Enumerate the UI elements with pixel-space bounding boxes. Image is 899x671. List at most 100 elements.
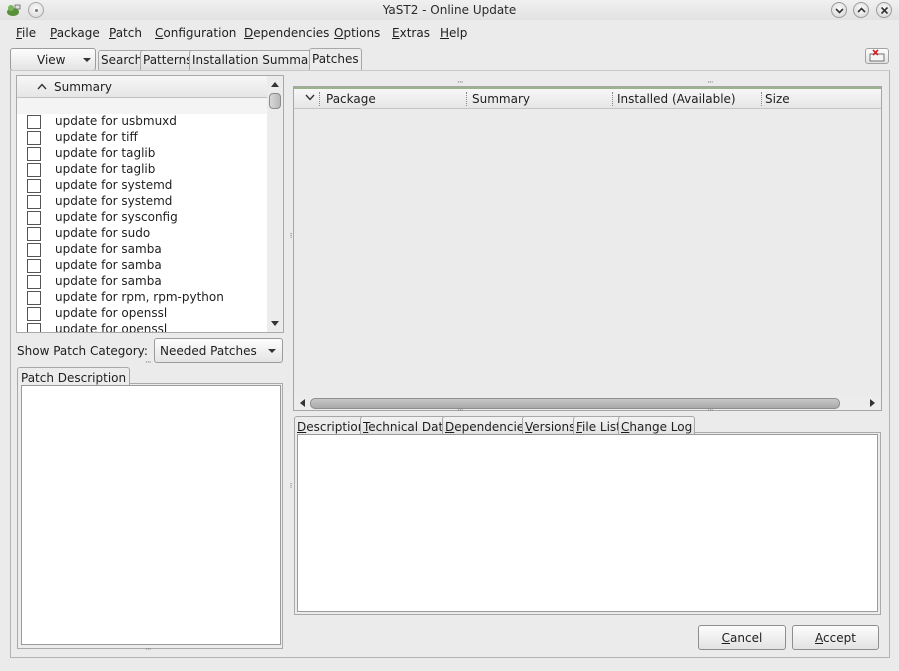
list-item[interactable]: update for samba: [17, 258, 267, 274]
view-label: View: [37, 53, 66, 67]
scroll-left-icon[interactable]: [300, 399, 305, 407]
patch-list-header[interactable]: Summary: [17, 76, 267, 98]
summary-column-header: Summary: [54, 80, 112, 94]
list-item[interactable]: update for samba: [17, 242, 267, 258]
column-separator[interactable]: [612, 92, 614, 106]
patch-list[interactable]: Summary update for usbmuxd update for ti…: [16, 75, 284, 333]
patch-checkbox[interactable]: [27, 211, 41, 225]
patch-checkbox[interactable]: [27, 179, 41, 193]
sort-ascending-icon: [37, 83, 47, 90]
scroll-thumb[interactable]: [269, 93, 281, 109]
list-item[interactable]: update for sudo: [17, 226, 267, 242]
close-button[interactable]: [876, 2, 892, 18]
patch-checkbox[interactable]: [27, 195, 41, 209]
window-title: YaST2 - Online Update: [382, 3, 517, 17]
cancel-button[interactable]: Cancel: [698, 625, 786, 650]
sort-descending-icon: [305, 94, 315, 101]
scroll-up-icon[interactable]: [271, 82, 279, 87]
list-item[interactable]: update for openssl: [17, 306, 267, 322]
accept-button[interactable]: Accept: [792, 625, 879, 650]
view-dropdown[interactable]: View: [10, 48, 96, 71]
patch-checkbox[interactable]: [27, 131, 41, 145]
size-column-header[interactable]: Size: [765, 92, 790, 106]
patch-checkbox[interactable]: [27, 147, 41, 161]
patch-checkbox[interactable]: [27, 163, 41, 177]
patch-category-value: Needed Patches: [160, 344, 257, 358]
list-item[interactable]: update for openssl: [17, 322, 267, 332]
patch-summary: update for sysconfig: [55, 210, 178, 224]
title-bar[interactable]: YaST2 - Online Update: [0, 0, 899, 20]
minimize-button[interactable]: [831, 2, 847, 18]
package-column-header[interactable]: Package: [326, 92, 376, 106]
tab-search[interactable]: Search: [98, 50, 146, 71]
tab-patches[interactable]: Patches: [309, 48, 362, 71]
package-table[interactable]: Package Summary Installed (Available) Si…: [293, 86, 882, 411]
menu-patch[interactable]: Patch: [109, 26, 142, 40]
patch-summary: update for taglib: [55, 162, 156, 176]
menu-dependencies[interactable]: Dependencies: [244, 26, 329, 40]
patch-summary: update for samba: [55, 274, 162, 288]
list-item[interactable]: update for taglib: [17, 146, 267, 162]
scroll-right-icon[interactable]: [870, 399, 875, 407]
column-separator[interactable]: [466, 92, 468, 106]
patch-checkbox[interactable]: [27, 259, 41, 273]
tab-installation-summary[interactable]: Installation Summary: [189, 50, 324, 71]
menu-configuration[interactable]: Configuration: [155, 26, 236, 40]
scroll-thumb[interactable]: [310, 398, 840, 409]
menu-bar: File Package Patch Configuration Depende…: [0, 22, 899, 44]
installed-column-header[interactable]: Installed (Available): [617, 92, 736, 106]
scroll-down-icon[interactable]: [271, 321, 279, 326]
menu-package[interactable]: Package: [50, 26, 100, 40]
summary-column-header[interactable]: Summary: [472, 92, 530, 106]
patch-summary: update for openssl: [55, 306, 168, 320]
menu-extras[interactable]: Extras: [392, 26, 430, 40]
tab-patterns[interactable]: Patterns: [140, 50, 196, 71]
list-item[interactable]: update for systemd: [17, 178, 267, 194]
patch-checkbox[interactable]: [27, 323, 41, 332]
patch-description-view[interactable]: [21, 385, 281, 645]
splitter-handle[interactable]: ···: [707, 78, 714, 88]
patch-checkbox[interactable]: [27, 227, 41, 241]
list-item[interactable]: update for taglib: [17, 162, 267, 178]
maximize-button[interactable]: [853, 2, 869, 18]
menu-options[interactable]: Options: [334, 26, 380, 40]
package-table-header: Package Summary Installed (Available) Si…: [294, 87, 881, 109]
splitter-handle[interactable]: ···: [285, 482, 295, 488]
patch-list-scrollbar[interactable]: [267, 76, 283, 332]
list-item[interactable]: update for rpm, rpm-python: [17, 290, 267, 306]
package-table-body[interactable]: [294, 109, 881, 394]
close-icon: [880, 6, 889, 15]
patch-checkbox[interactable]: [27, 243, 41, 257]
patch-category-select[interactable]: Needed Patches: [154, 338, 283, 363]
menu-help[interactable]: Help: [440, 26, 467, 40]
list-item[interactable]: update for samba: [17, 274, 267, 290]
patch-summary: update for tiff: [55, 130, 138, 144]
close-tab-button[interactable]: [865, 48, 889, 64]
list-item[interactable]: update for systemd: [17, 194, 267, 210]
menu-file[interactable]: File: [16, 26, 36, 40]
dropdown-arrow-icon: [268, 349, 276, 353]
patch-summary: update for samba: [55, 242, 162, 256]
list-spacer: [17, 98, 267, 114]
package-table-scrollbar[interactable]: [294, 395, 881, 410]
package-description-view[interactable]: [297, 434, 878, 612]
splitter-handle[interactable]: ···: [145, 358, 152, 368]
splitter-handle[interactable]: ···: [285, 232, 295, 238]
splitter-handle[interactable]: ···: [457, 78, 464, 88]
splitter-handle[interactable]: ···: [707, 406, 714, 416]
close-tab-icon: [869, 49, 885, 62]
list-item[interactable]: update for tiff: [17, 130, 267, 146]
yast-window: YaST2 - Online Update File Package Patch…: [0, 0, 899, 671]
patch-checkbox[interactable]: [27, 115, 41, 129]
patch-checkbox[interactable]: [27, 307, 41, 321]
column-separator[interactable]: [319, 92, 321, 106]
list-item[interactable]: update for sysconfig: [17, 210, 267, 226]
patch-checkbox[interactable]: [27, 275, 41, 289]
patch-checkbox[interactable]: [27, 291, 41, 305]
column-separator[interactable]: [761, 92, 763, 106]
splitter-handle[interactable]: ···: [145, 645, 152, 655]
chevron-up-icon: [857, 7, 866, 13]
patch-summary: update for systemd: [55, 178, 173, 192]
splitter-handle[interactable]: ···: [457, 406, 464, 416]
list-item[interactable]: update for usbmuxd: [17, 114, 267, 130]
